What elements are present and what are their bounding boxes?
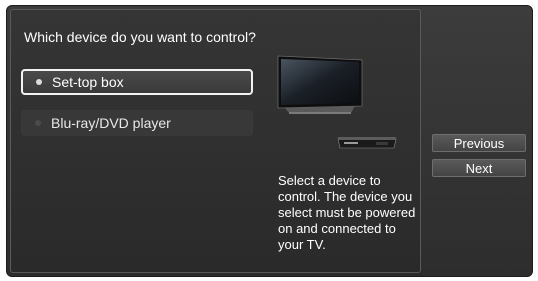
- option-label: Blu-ray/DVD player: [51, 115, 171, 131]
- option-blu-ray-dvd-player[interactable]: Blu-ray/DVD player: [21, 110, 253, 136]
- next-button[interactable]: Next: [432, 159, 526, 177]
- device-select-dialog: Which device do you want to control? Set…: [6, 5, 533, 277]
- tv-icon: [277, 55, 363, 114]
- device-panel: Which device do you want to control? Set…: [10, 9, 421, 273]
- instruction-text: Select a device to control. The device y…: [278, 173, 416, 252]
- radio-dot-icon: [36, 79, 42, 85]
- radio-dot-icon: [35, 120, 41, 126]
- set-top-box-icon: [337, 137, 397, 149]
- question-label: Which device do you want to control?: [24, 29, 256, 45]
- previous-button[interactable]: Previous: [432, 134, 526, 152]
- option-set-top-box[interactable]: Set-top box: [21, 69, 253, 95]
- option-label: Set-top box: [52, 74, 124, 90]
